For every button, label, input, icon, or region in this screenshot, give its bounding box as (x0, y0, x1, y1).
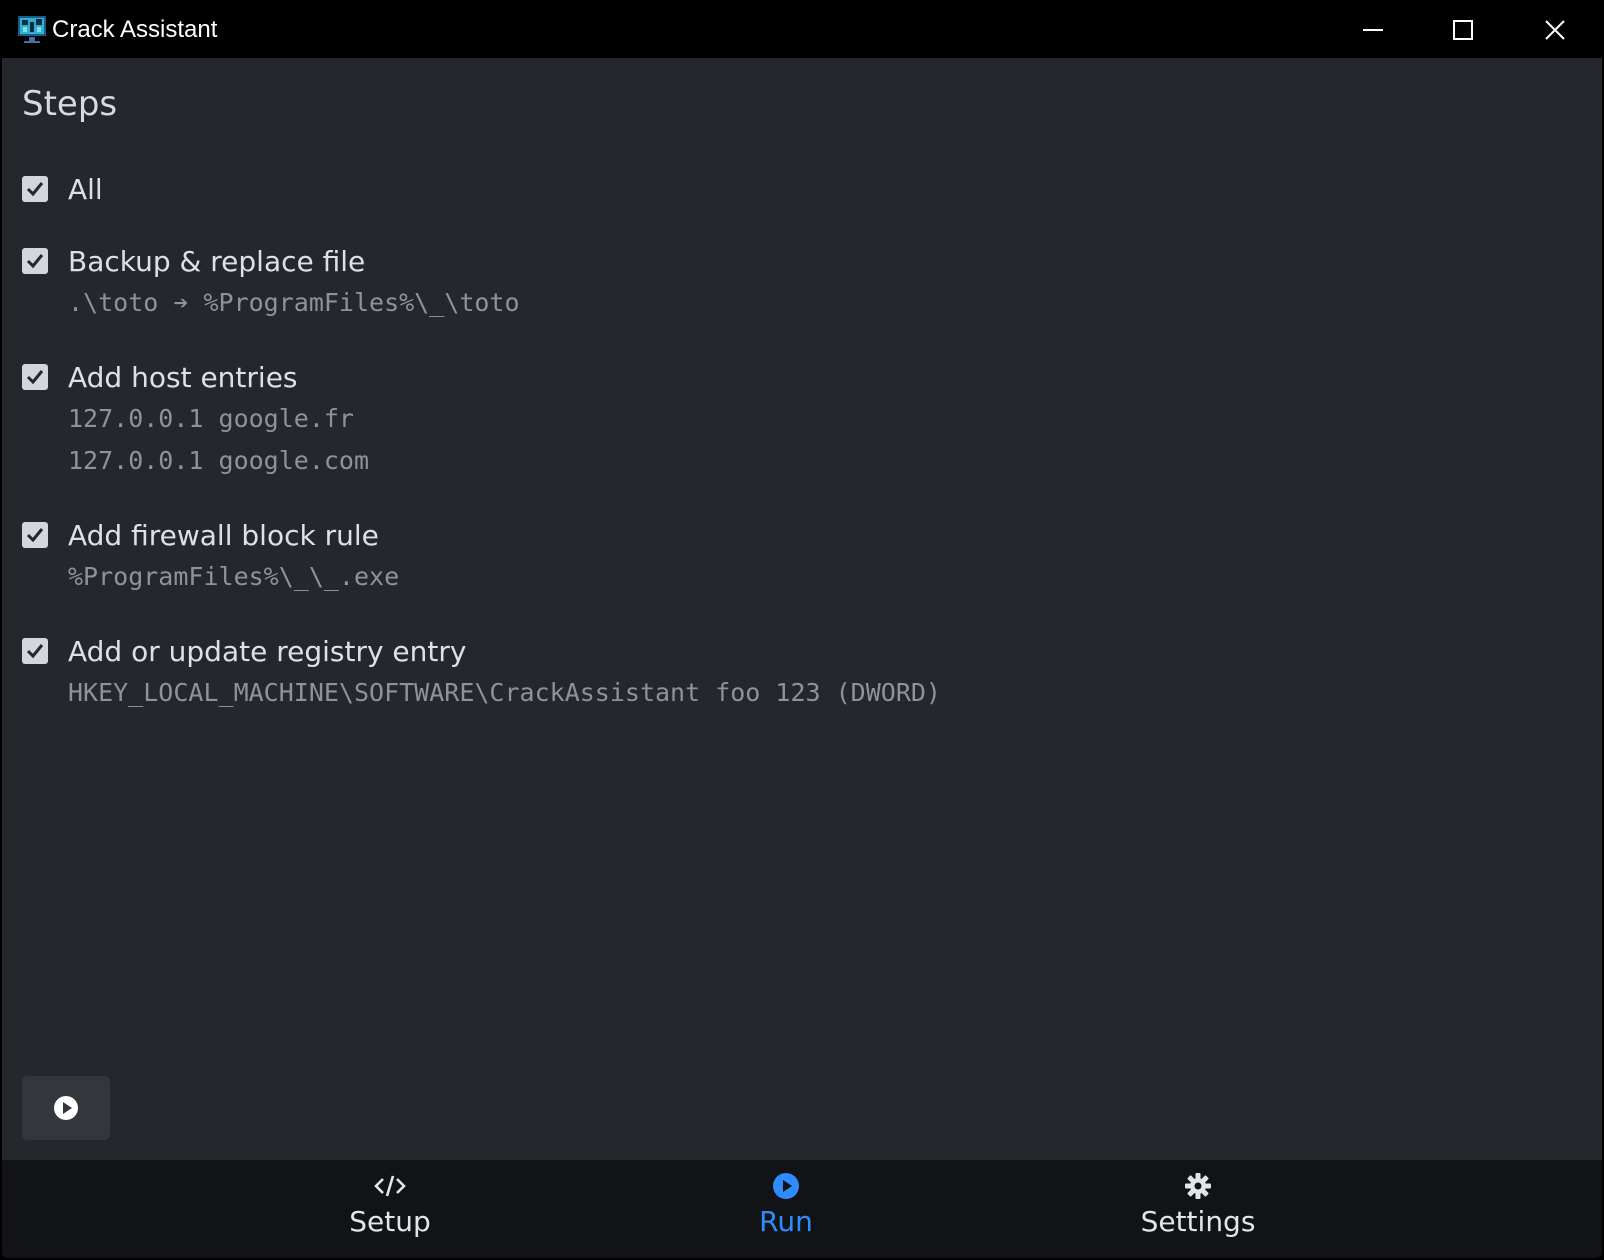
steps-heading: Steps (22, 84, 118, 124)
minimize-button[interactable] (1328, 2, 1418, 58)
step-detail: .\toto ➔ %ProgramFiles%\_\toto (68, 288, 520, 317)
step-label[interactable]: Backup & replace file (68, 242, 365, 282)
checkmark-icon (26, 182, 44, 197)
checkmark-icon (26, 254, 44, 269)
checkmark-icon (26, 370, 44, 385)
step-all-checkbox[interactable] (22, 176, 48, 202)
step-detail: 127.0.0.1 google.fr (68, 404, 354, 433)
nav-tab-setup[interactable]: Setup (270, 1160, 510, 1258)
title-bar[interactable]: Crack Assistant (2, 2, 1602, 58)
run-steps-button[interactable] (22, 1076, 110, 1140)
step-backup-checkbox[interactable] (22, 248, 48, 274)
step-registry-entry: Add or update registry entry HKEY_LOCAL_… (22, 632, 941, 714)
step-detail: 127.0.0.1 google.com (68, 446, 370, 475)
step-label[interactable]: Add host entries (68, 358, 298, 398)
nav-label: Setup (349, 1205, 431, 1238)
step-label[interactable]: All (68, 170, 103, 210)
step-detail: HKEY_LOCAL_MACHINE\SOFTWARE\CrackAssista… (68, 678, 941, 707)
checkmark-icon (26, 644, 44, 659)
close-icon (1545, 20, 1565, 40)
checkmark-icon (26, 528, 44, 543)
nav-tab-settings[interactable]: Settings (1078, 1160, 1318, 1258)
step-label[interactable]: Add firewall block rule (68, 516, 379, 556)
nav-label: Settings (1140, 1205, 1256, 1238)
step-label[interactable]: Add or update registry entry (68, 632, 466, 672)
app-logo-icon (16, 14, 48, 46)
close-button[interactable] (1510, 2, 1600, 58)
nav-label: Run (759, 1205, 813, 1238)
bottom-navigation: Setup Run Settings (2, 1160, 1602, 1258)
play-circle-icon (773, 1173, 799, 1199)
step-add-firewall-rule: Add firewall block rule %ProgramFiles%\_… (22, 516, 399, 598)
minimize-icon (1363, 29, 1383, 31)
step-registry-checkbox[interactable] (22, 638, 48, 664)
maximize-icon (1453, 20, 1473, 40)
step-backup-replace-file: Backup & replace file .\toto ➔ %ProgramF… (22, 242, 520, 324)
step-firewall-checkbox[interactable] (22, 522, 48, 548)
step-add-host-entries: Add host entries 127.0.0.1 google.fr 127… (22, 358, 369, 482)
code-icon (374, 1175, 406, 1197)
step-hosts-checkbox[interactable] (22, 364, 48, 390)
nav-tab-run[interactable]: Run (666, 1160, 906, 1258)
step-detail: %ProgramFiles%\_\_.exe (68, 562, 400, 591)
maximize-button[interactable] (1418, 2, 1508, 58)
window-title: Crack Assistant (52, 16, 218, 43)
gear-icon (1185, 1173, 1211, 1199)
app-window: Crack Assistant Steps All Backup & repla… (2, 2, 1602, 1258)
play-circle-icon (54, 1096, 78, 1120)
